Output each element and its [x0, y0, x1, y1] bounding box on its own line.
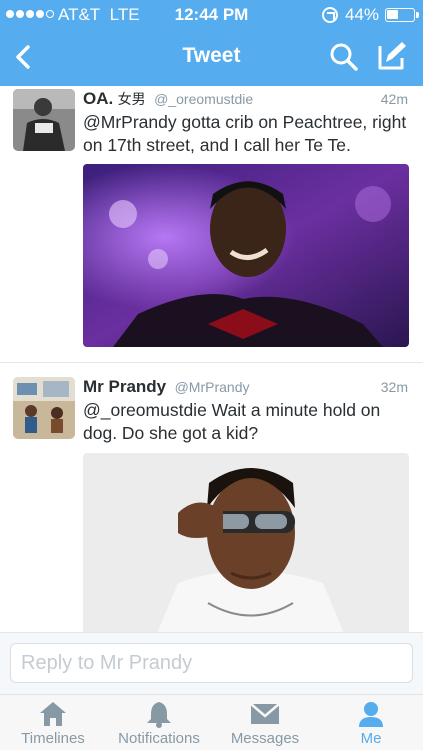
- tab-label: Timelines: [21, 730, 85, 747]
- tab-label: Notifications: [118, 730, 200, 747]
- reply-input[interactable]: [10, 643, 413, 683]
- person-icon: [359, 702, 383, 727]
- envelope-icon: [250, 703, 280, 724]
- tweet-item[interactable]: Mr Prandy @MrPrandy 32m @_oreomustdie Wa…: [0, 363, 423, 632]
- tweet-timestamp: 42m: [380, 91, 408, 107]
- search-icon[interactable]: [328, 40, 360, 74]
- compose-icon[interactable]: [374, 38, 410, 74]
- display-name[interactable]: Mr Prandy: [83, 377, 166, 396]
- tab-notifications[interactable]: Notifications: [106, 695, 212, 750]
- status-bar: AT&T LTE 12:44 PM 44%: [0, 0, 423, 30]
- display-name[interactable]: OA.: [83, 89, 113, 108]
- tweet-text: @MrPrandy gotta crib on Peachtree, right…: [83, 112, 407, 155]
- tweet-header: OA. 女男 @_oreomustdie 42m: [83, 89, 413, 111]
- avatar[interactable]: [13, 89, 75, 151]
- rotation-lock-icon: [322, 7, 338, 23]
- tweet-header: Mr Prandy @MrPrandy 32m: [83, 377, 413, 399]
- battery-icon: [385, 8, 419, 22]
- tweet-item[interactable]: OA. 女男 @_oreomustdie 42m @MrPrandy gotta…: [0, 86, 423, 362]
- name-badge: 女男: [117, 91, 146, 107]
- tab-me[interactable]: Me: [318, 695, 423, 750]
- tweet-timestamp: 32m: [380, 379, 408, 395]
- tweet-feed[interactable]: OA. 女男 @_oreomustdie 42m @MrPrandy gotta…: [0, 86, 423, 632]
- tweet-photo[interactable]: [83, 453, 409, 632]
- tab-bar: Timelines Notifications Messages Me: [0, 694, 423, 750]
- tab-messages[interactable]: Messages: [212, 695, 318, 750]
- battery-percent: 44%: [345, 5, 380, 24]
- avatar[interactable]: [13, 377, 75, 439]
- nav-bar: Tweet: [0, 30, 423, 86]
- bell-icon: [147, 702, 171, 728]
- tab-label: Messages: [230, 730, 300, 747]
- username[interactable]: @_oreomustdie: [154, 91, 253, 107]
- home-icon: [40, 702, 66, 726]
- header-bar: AT&T LTE 12:44 PM 44% Tweet: [0, 0, 423, 86]
- tweet-text: @_oreomustdie Wait a minute hold on dog.…: [83, 400, 381, 443]
- username[interactable]: @MrPrandy: [175, 379, 250, 395]
- battery-fill: [387, 10, 398, 19]
- tweet-photo[interactable]: [83, 164, 409, 347]
- tab-timelines[interactable]: Timelines: [0, 695, 106, 750]
- tab-label: Me: [360, 730, 382, 747]
- reply-bar: [0, 632, 423, 694]
